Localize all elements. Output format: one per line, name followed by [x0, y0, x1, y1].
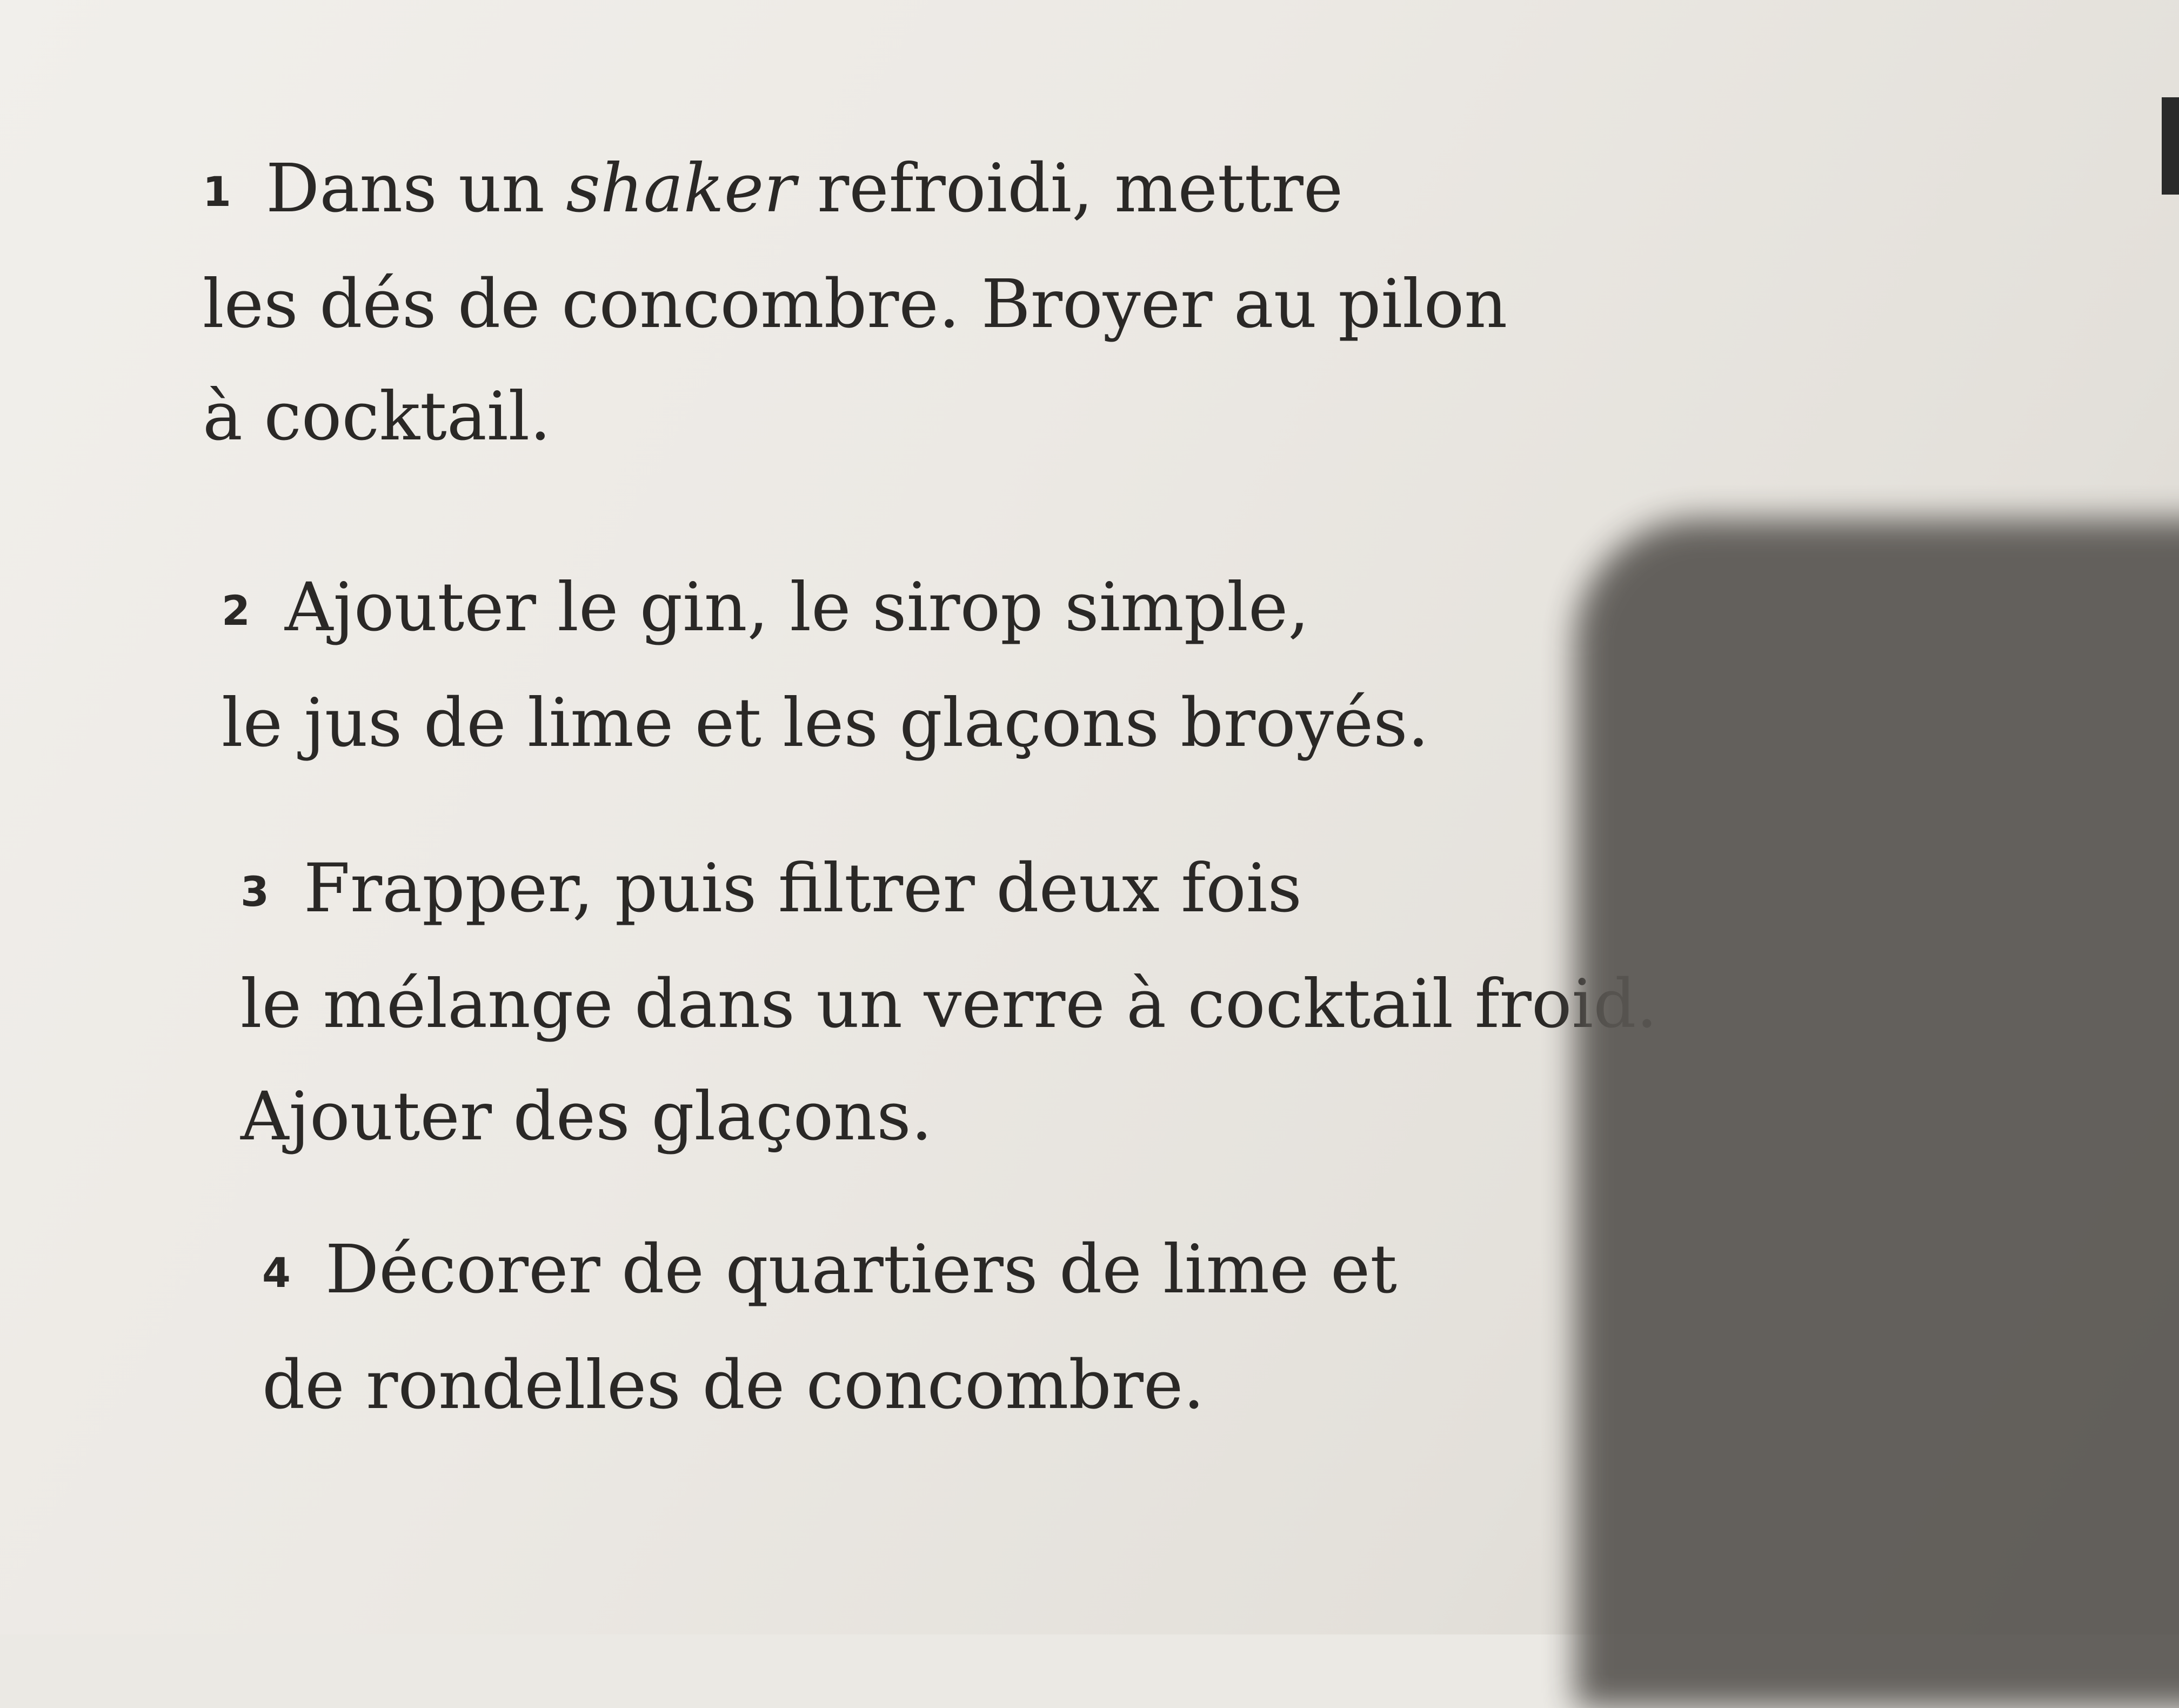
- step-line: 1 Dans un shaker refroidi, mettre: [203, 132, 1507, 248]
- step-number: 1: [203, 168, 231, 216]
- step-line: 2 Ajouter le gin, le sirop simple,: [222, 551, 1429, 667]
- recipe-step-4: 4 Décorer de quartiers de lime et de rond…: [262, 1213, 1397, 1442]
- step-text: Ajouter le gin, le sirop simple,: [284, 569, 1309, 646]
- step-text: Frapper, puis filtrer deux fois: [303, 850, 1302, 928]
- recipe-step-2: 2 Ajouter le gin, le sirop simple, le jus…: [222, 551, 1429, 779]
- step-number: 2: [222, 586, 250, 635]
- recipe-step-3: 3 Frapper, puis filtrer deux fois le méla…: [240, 832, 1657, 1173]
- step-line: Ajouter des glaçons.: [240, 1078, 933, 1156]
- step-text: Dans un: [265, 150, 566, 228]
- step-line: à cocktail.: [203, 378, 551, 456]
- step-line: le jus de lime et les glaçons broyés.: [222, 684, 1429, 762]
- step-text-italic: shaker: [566, 150, 796, 228]
- printed-page: 1 Dans un shaker refroidi, mettre les dés…: [0, 0, 2179, 1708]
- step-line: les dés de concombre. Broyer au pilon: [203, 265, 1508, 343]
- step-number: 3: [240, 868, 269, 916]
- page-edge-mark: [2162, 97, 2179, 195]
- hand-shadow: [1575, 519, 2179, 1708]
- step-line: 3 Frapper, puis filtrer deux fois: [240, 832, 1657, 948]
- step-text: Décorer de quartiers de lime et: [325, 1231, 1398, 1309]
- recipe-step-1: 1 Dans un shaker refroidi, mettre les dés…: [203, 132, 1507, 473]
- step-line: de rondelles de concombre.: [262, 1346, 1205, 1424]
- step-text: refroidi, mettre: [796, 150, 1344, 228]
- step-number: 4: [262, 1249, 291, 1297]
- step-line: le mélange dans un verre à cocktail froi…: [240, 965, 1657, 1043]
- step-line: 4 Décorer de quartiers de lime et: [262, 1213, 1397, 1329]
